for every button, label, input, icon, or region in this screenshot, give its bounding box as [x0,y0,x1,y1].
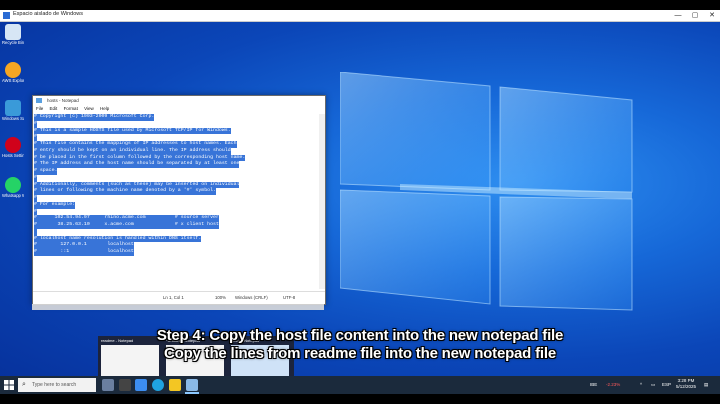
notepad-horizontal-scrollbar[interactable] [32,304,324,310]
caption-line-2: Copy the lines from readme file into the… [164,345,556,362]
recycle-bin-icon [5,24,21,40]
taskbar-search-box[interactable]: ⌕ Type here to search [18,378,96,392]
notepad-line: # Copyright (c) 1993-2009 Microsoft Corp… [34,114,155,121]
notepad-title: hosts - Notepad [47,98,79,103]
maximize-button[interactable]: ▢ [687,10,703,21]
window-titlebar: Espacio aislado de Windows — ▢ ✕ [0,10,720,22]
notepad-line: # 38.25.63.10 x.acme.com # x client host [34,222,219,229]
hosts-settings-icon [5,137,21,153]
caption-line-1: Step 4: Copy the host file content into … [156,327,564,344]
notepad-line: # This file contains the mappings of IP … [34,141,237,148]
vertical-scrollbar[interactable] [319,114,325,289]
whatsapp-icon [5,177,21,193]
menu-file[interactable]: File [36,106,43,111]
notepad-line: # space. [34,168,58,175]
notepad-line: # [34,174,37,182]
notepad-line: # [34,195,37,202]
file-explorer-icon[interactable] [169,379,181,391]
sandbox-icon [5,100,21,116]
language-indicator[interactable]: ESP [662,376,671,394]
notepad-line: # entry should be kept on an individual … [34,147,231,155]
windows-logo [340,72,633,311]
desktop-icon-recycle-bin[interactable]: Recycle Bin [2,24,24,45]
widgets-icon[interactable] [119,379,131,391]
notepad-line: # 102.54.94.97 rhino.acme.com # source s… [34,215,219,222]
menu-format[interactable]: Format [64,106,78,111]
notepad-line: # The IP address and the host name shoul… [34,161,240,168]
notepad-window: hosts - Notepad File Edit Format View He… [32,95,326,305]
sandbox-window: Espacio aislado de Windows — ▢ ✕ Recycle… [0,10,720,394]
taskbar-clock[interactable]: 3:28 PM 5/12/2025 [676,378,696,390]
notepad-line: # ::1 localhost [34,249,134,256]
taskbar: ⌕ Type here to search IBE -2.23% ^ ▭ ESP… [0,376,720,394]
ibex-label: IBE [590,382,598,387]
cortana-icon[interactable] [135,379,147,391]
desktop-icon-aws-explorer[interactable]: AWS Explore... [2,62,24,83]
notepad-statusbar: Ln 1, Col 1 100% Windows (CRLF) UTF-8 [33,291,325,304]
notepad-menubar: File Edit Format View Help [33,105,325,113]
sandbox-app-icon [3,12,10,19]
desktop-icon-whatsapp[interactable]: Whatsapp Web [2,177,24,198]
notepad-line: # This is a sample HOSTS file used by Mi… [34,127,231,135]
aws-explorer-icon [5,62,21,78]
search-placeholder: Type here to search [32,382,77,388]
notepad-titlebar: hosts - Notepad [33,96,325,105]
notepad-taskbar-icon[interactable] [186,379,198,391]
search-icon: ⌕ [22,381,26,388]
menu-view[interactable]: View [84,106,94,111]
menu-help[interactable]: Help [100,106,109,111]
notepad-line: # lines or following the machine name de… [34,188,216,195]
edge-icon[interactable] [152,379,164,391]
status-encoding: UTF-8 [283,295,296,300]
windows-start-icon[interactable] [4,380,14,390]
status-line-ending: Windows (CRLF) [235,295,268,300]
minimize-button[interactable]: — [670,10,686,21]
menu-edit[interactable]: Edit [50,106,58,111]
notepad-line [34,228,37,236]
close-button[interactable]: ✕ [704,10,720,21]
status-zoom: 100% [215,295,226,300]
tutorial-caption: Step 4: Copy the host file content into … [0,327,720,363]
window-title: Espacio aislado de Windows [13,11,84,17]
task-view-icon[interactable] [102,379,114,391]
notepad-line: # [34,134,37,141]
notepad-line: # For example: [34,201,76,209]
ibex-change: -2.23% [606,382,621,387]
desktop-icon-windows-sandbox[interactable]: Windows Sandbox [2,100,24,121]
clock-date: 5/12/2025 [675,384,696,389]
notepad-line: # 127.0.0.1 localhost [34,242,134,249]
status-position: Ln 1, Col 1 [163,295,184,300]
desktop-icon-hosts-settings[interactable]: Hosts Settings [2,137,24,158]
tray-arrow-icon[interactable]: ^ [640,376,642,394]
active-app-indicator [185,392,199,394]
notification-icon[interactable]: ▤ [704,376,708,394]
notepad-icon [36,98,42,103]
notepad-text-area[interactable]: # Copyright (c) 1993-2009 Microsoft Corp… [34,114,316,289]
notepad-line: # [34,120,37,128]
network-icon[interactable]: ▭ [651,376,655,394]
